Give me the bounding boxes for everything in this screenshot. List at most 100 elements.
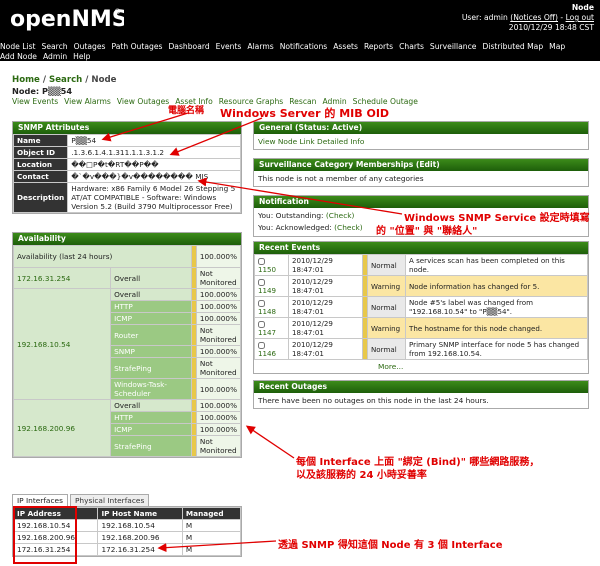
ip-cell[interactable]: 192.168.10.54 (97, 519, 183, 532)
annotation-snmp-service-2: 的 "位置" 與 "聯絡人" (376, 226, 478, 237)
nav-item[interactable]: Distributed Map (482, 42, 543, 52)
more-events-link[interactable]: More... (254, 360, 588, 373)
ip-address-highlight (13, 506, 77, 564)
interface-tabs: IP Interfaces Physical Interfaces (12, 494, 151, 506)
acknowledged-check-link[interactable]: (Check) (334, 223, 363, 232)
logout-link[interactable]: Log out (566, 13, 594, 22)
event-message: Node information has changed for 5. (405, 275, 588, 297)
snmp-value: �`�v���}�v�������� MIS (67, 170, 241, 183)
node-label: Node: P▒▒54 (12, 86, 73, 96)
nav-item[interactable]: Help (73, 52, 90, 62)
ip-cell[interactable]: 172.16.31.254 (97, 543, 183, 556)
nav-item[interactable]: Alarms (247, 42, 273, 52)
node-action-link[interactable]: View Outages (117, 97, 169, 106)
event-checkbox[interactable] (258, 341, 265, 349)
availability-value: 100.000% (195, 411, 242, 424)
availability-service[interactable]: ICMP (110, 312, 192, 325)
nav-item[interactable]: Map (549, 42, 565, 52)
event-id-link[interactable]: 1149 (258, 286, 276, 295)
availability-row: 172.16.31.254 Overall Not Monitored (12, 267, 242, 289)
event-severity: Normal (367, 254, 406, 276)
snmp-attributes-table: Name P▒▒54 Object ID .1.3.6.1.4.1.311.1.1.3… (12, 134, 241, 213)
node-action-link[interactable]: View Events (12, 97, 58, 106)
svg-text:openNMS: openNMS (10, 7, 124, 32)
nav-item[interactable]: Search (42, 42, 68, 52)
nav-item[interactable]: Charts (399, 42, 424, 52)
surveillance-title[interactable]: Surveillance Category Memberships (Edit) (254, 159, 588, 171)
availability-ip[interactable]: 192.168.10.54 (12, 288, 112, 400)
event-row: 1147 2010/12/29 18:47:01 Warning The hostna… (254, 317, 588, 339)
availability-service[interactable]: ICMP (110, 423, 192, 436)
recent-events-panel: Recent Events 1150 2010/12/29 18:47:01 Nor… (253, 241, 589, 374)
annotation-bind-2: 以及該服務的 24 小時妥善率 (296, 470, 427, 481)
snmp-value: ��□P�t�RT��P�� (67, 158, 241, 171)
event-checkbox[interactable] (258, 257, 265, 265)
recent-outages-title: Recent Outages (254, 381, 588, 393)
breadcrumb-search[interactable]: Search (49, 75, 82, 85)
nav-item[interactable]: Notifications (280, 42, 328, 52)
outstanding-check-link[interactable]: (Check) (326, 211, 355, 220)
event-id-link[interactable]: 1147 (258, 328, 276, 337)
availability-service[interactable]: SNMP (110, 345, 192, 358)
availability-value: Not Monitored (195, 357, 242, 379)
recent-events-title: Recent Events (254, 242, 588, 254)
event-id-link[interactable]: 1146 (258, 349, 276, 358)
nav-item[interactable]: Outages (74, 42, 106, 52)
ip-column-header[interactable]: IP Host Name (97, 507, 183, 520)
tab-physical-interfaces[interactable]: Physical Interfaces (69, 494, 150, 506)
availability-ip[interactable]: 172.16.31.254 (12, 267, 112, 289)
availability-value: Not Monitored (195, 435, 242, 457)
event-severity: Warning (367, 275, 406, 297)
event-message: The hostname for this node changed. (405, 317, 588, 339)
user-line: User: admin (Notices Off) - Log out (461, 13, 594, 22)
event-checkbox[interactable] (258, 299, 265, 307)
snmp-label: Contact (12, 170, 69, 183)
annotation-three-interfaces: 透過 SNMP 得知這個 Node 有 3 個 Interface (278, 540, 503, 551)
event-id-link[interactable]: 1150 (258, 265, 276, 274)
nav-item[interactable]: Dashboard (168, 42, 209, 52)
availability-value: 100.000% (195, 312, 242, 325)
availability-table: Availability (last 24 hours) 100.000% 17… (12, 245, 242, 457)
notices-toggle[interactable]: (Notices Off) (510, 13, 558, 22)
ip-cell[interactable]: 192.168.200.96 (97, 531, 183, 544)
nav-item[interactable]: Admin (43, 52, 67, 62)
event-message: Primary SNMP interface for node 5 has ch… (405, 338, 588, 360)
nav-item[interactable]: Path Outages (111, 42, 162, 52)
event-message: A services scan has been completed on th… (405, 254, 588, 276)
availability-ip[interactable]: 192.168.200.96 (12, 399, 112, 457)
ip-column-header[interactable]: Managed (181, 507, 242, 520)
annotation-computer-name: 電腦名稱 (168, 106, 205, 116)
page-title: Node (571, 3, 594, 12)
snmp-label: Location (12, 158, 69, 171)
nav-item[interactable]: Surveillance (430, 42, 477, 52)
nav-item[interactable]: Events (216, 42, 242, 52)
availability-value: 100.000% (195, 345, 242, 358)
availability-service[interactable]: Router (110, 324, 192, 346)
opennms-logo[interactable]: openNMS ® (8, 4, 124, 32)
main-nav: Node List Search Outages Path Outages Dashbo… (0, 42, 594, 62)
event-checkbox[interactable] (258, 320, 265, 328)
snmp-value: Hardware: x86 Family 6 Model 26 Stepping… (67, 182, 241, 213)
availability-service[interactable]: HTTP (110, 300, 192, 313)
nav-item[interactable]: Node List (0, 42, 36, 52)
general-panel: General (Status: Active) View Node Link … (253, 121, 589, 150)
availability-service[interactable]: StrafePing (110, 357, 192, 379)
snmp-attributes-title: SNMP Attributes (13, 122, 241, 134)
node-link-detail-link[interactable]: View Node Link Detailed Info (254, 134, 588, 149)
nav-item[interactable]: Assets (333, 42, 358, 52)
user-name: admin (484, 13, 508, 22)
tab-ip-interfaces[interactable]: IP Interfaces (12, 494, 68, 506)
availability-service[interactable]: StrafePing (110, 435, 192, 457)
nav-item[interactable]: Reports (364, 42, 393, 52)
event-checkbox[interactable] (258, 278, 265, 286)
nav-item[interactable]: Add Node (0, 52, 37, 62)
availability-service: Overall (110, 399, 192, 412)
annotation-mib-oid: Windows Server 的 MIB OID (220, 107, 390, 120)
event-severity: Normal (367, 296, 406, 318)
ip-cell: M (181, 543, 242, 556)
availability-service[interactable]: Windows-Task-Scheduler (110, 378, 192, 400)
availability-service[interactable]: HTTP (110, 411, 192, 424)
event-id-link[interactable]: 1148 (258, 307, 276, 316)
node-action-link[interactable]: View Alarms (64, 97, 111, 106)
breadcrumb-home[interactable]: Home (12, 75, 40, 85)
